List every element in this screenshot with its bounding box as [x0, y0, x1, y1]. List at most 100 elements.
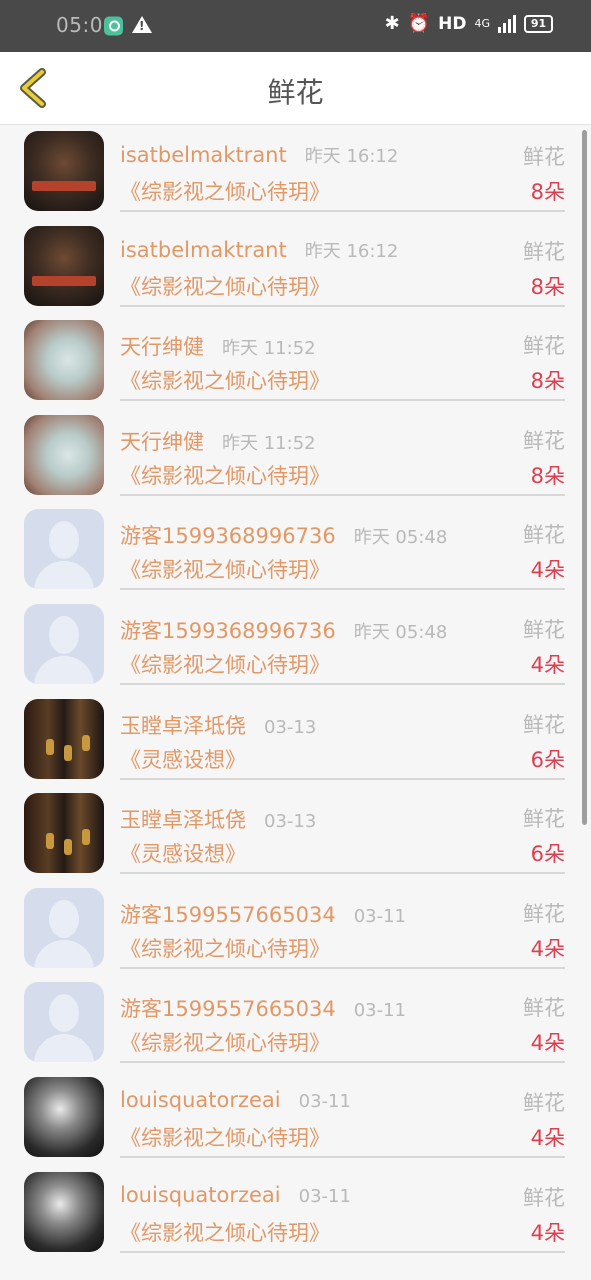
- status-bar: 05:06 ✱ ⏰ HD 4G 91: [0, 0, 591, 52]
- book-title[interactable]: 《综影视之倾心待玥》: [120, 933, 330, 963]
- username[interactable]: louisquatorzeai 03-11: [120, 1088, 351, 1112]
- flower-count: 4朵: [530, 1126, 565, 1150]
- scrollbar[interactable]: [582, 130, 587, 825]
- divider: [120, 493, 565, 496]
- timestamp: 03-13: [264, 716, 317, 738]
- avatar[interactable]: [24, 225, 104, 306]
- flower-count: 4朵: [530, 1220, 565, 1245]
- gift-type-label: 鲜花: [523, 428, 565, 453]
- avatar[interactable]: [24, 1171, 104, 1252]
- username-text: louisquatorzeai: [120, 1182, 281, 1207]
- username-text: 游客1599368996736: [120, 619, 336, 643]
- timestamp: 03-11: [298, 1091, 351, 1112]
- bluetooth-icon: ✱: [384, 13, 400, 34]
- timestamp: 昨天 05:48: [353, 622, 448, 643]
- timestamp: 03-11: [353, 1000, 407, 1022]
- username-text: 玉瞠卓泽坻侥: [120, 808, 246, 833]
- list-item[interactable]: 游客1599557665034 03-11 鲜花《综影视之倾心待玥》 4朵: [0, 976, 591, 1071]
- username-text: 天行绅健: [120, 335, 204, 360]
- username[interactable]: louisquatorzeai 03-11: [120, 1183, 351, 1207]
- username[interactable]: 游客1599368996736 昨天 05:48: [120, 520, 447, 550]
- username[interactable]: 游客1599557665034 03-11: [120, 899, 406, 929]
- gift-type-label: 鲜花: [523, 712, 565, 737]
- flower-count: 6朵: [530, 842, 565, 867]
- divider: [120, 588, 565, 591]
- list-item[interactable]: 天行绅健 昨天 11:52 鲜花 《综影视之倾心待玥》 8朵: [0, 314, 591, 409]
- warning-icon: [132, 16, 152, 33]
- avatar[interactable]: [24, 509, 104, 590]
- status-right-group: ✱ ⏰ HD 4G 91: [385, 13, 553, 34]
- hd-label: HD: [438, 13, 467, 34]
- flower-count: 4朵: [530, 558, 565, 583]
- flower-count: 8朵: [530, 369, 565, 394]
- divider: [120, 399, 565, 402]
- avatar[interactable]: [24, 131, 104, 211]
- username[interactable]: 玉瞠卓泽坻侥 03-13: [120, 804, 316, 834]
- book-title[interactable]: 《综影视之倾心待玥》: [120, 460, 330, 490]
- username-text: louisquatorzeai: [120, 1088, 281, 1112]
- book-title[interactable]: 《灵感设想》: [120, 744, 246, 774]
- network-label: 4G: [474, 17, 490, 30]
- list-item[interactable]: 游客1599368996736 昨天 05:48 鲜花 《综影视之倾心待玥》 4朵: [0, 598, 591, 693]
- book-title[interactable]: 《综影视之倾心待玥》: [120, 365, 330, 395]
- timestamp: 03-11: [353, 905, 407, 927]
- avatar[interactable]: [24, 793, 104, 874]
- username-text: 游客1599557665034: [120, 997, 336, 1022]
- username[interactable]: 游客1599368996736 昨天 05:48: [120, 615, 447, 645]
- username[interactable]: isatbelmaktrant 昨天 16:12: [120, 142, 398, 168]
- book-title[interactable]: 《综影视之倾心待玥》: [120, 1217, 330, 1247]
- username-text: 游客1599368996736: [120, 524, 336, 549]
- alarm-icon: ⏰: [407, 13, 431, 34]
- timestamp: 昨天 11:52: [222, 338, 316, 360]
- username-text: 玉瞠卓泽坻侥: [120, 713, 246, 738]
- avatar[interactable]: [24, 604, 104, 684]
- username[interactable]: 天行绅健 昨天 11:52: [120, 331, 316, 361]
- username[interactable]: 天行绅健 昨天 11:52: [120, 426, 316, 456]
- username[interactable]: isatbelmaktrant 昨天 16:12: [120, 237, 398, 263]
- username[interactable]: 游客1599557665034 03-11: [120, 993, 406, 1023]
- divider: [120, 210, 565, 212]
- divider: [120, 1250, 565, 1253]
- timestamp: 昨天 11:52: [222, 432, 316, 454]
- list-item[interactable]: 玉瞠卓泽坻侥 03-13 鲜花《灵感设想》 6朵: [0, 693, 591, 788]
- gift-type-label: 鲜花: [523, 523, 565, 548]
- gift-type-label: 鲜花: [523, 145, 565, 169]
- list-item[interactable]: isatbelmaktrant 昨天 16:12 鲜花 《综影视之倾心待玥》 8朵: [0, 125, 591, 220]
- nav-bar: 鲜花: [0, 52, 591, 125]
- list-item[interactable]: 游客1599368996736 昨天 05:48 鲜花《综影视之倾心待玥》 4朵: [0, 503, 591, 598]
- book-title[interactable]: 《综影视之倾心待玥》: [120, 649, 330, 679]
- flower-count: 8朵: [530, 463, 565, 488]
- list-item[interactable]: 游客1599557665034 03-11 鲜花《综影视之倾心待玥》 4朵: [0, 882, 591, 977]
- book-title[interactable]: 《灵感设想》: [120, 838, 246, 868]
- signal-icon: [498, 14, 516, 33]
- list-item[interactable]: isatbelmaktrant 昨天 16:12 鲜花 《综影视之倾心待玥》 8朵: [0, 220, 591, 315]
- avatar[interactable]: [24, 414, 104, 495]
- avatar[interactable]: [24, 887, 104, 968]
- avatar[interactable]: [24, 320, 104, 401]
- list-item[interactable]: louisquatorzeai 03-11 鲜花 《综影视之倾心待玥》 4朵: [0, 1166, 591, 1261]
- timestamp: 昨天 05:48: [353, 527, 448, 549]
- avatar[interactable]: [24, 1077, 104, 1157]
- username[interactable]: 玉瞠卓泽坻侥 03-13: [120, 710, 316, 740]
- username-text: 天行绅健: [120, 429, 204, 454]
- page-title: 鲜花: [267, 76, 324, 109]
- list-item[interactable]: louisquatorzeai 03-11 鲜花 《综影视之倾心待玥》 4朵: [0, 1071, 591, 1166]
- book-title[interactable]: 《综影视之倾心待玥》: [120, 176, 330, 206]
- timestamp: 03-13: [264, 811, 317, 833]
- book-title[interactable]: 《综影视之倾心待玥》: [120, 271, 330, 301]
- flower-count: 6朵: [530, 747, 565, 772]
- flower-count: 4朵: [530, 653, 565, 677]
- avatar[interactable]: [24, 698, 104, 779]
- gift-type-label: 鲜花: [523, 901, 565, 926]
- book-title[interactable]: 《综影视之倾心待玥》: [120, 1122, 330, 1152]
- book-title[interactable]: 《综影视之倾心待玥》: [120, 1027, 330, 1057]
- book-title[interactable]: 《综影视之倾心待玥》: [120, 554, 330, 584]
- username-text: isatbelmaktrant: [120, 237, 287, 262]
- avatar[interactable]: [24, 982, 104, 1063]
- list-item[interactable]: 玉瞠卓泽坻侥 03-13 鲜花 《灵感设想》 6朵: [0, 787, 591, 882]
- flower-count: 4朵: [530, 936, 565, 961]
- flower-count: 4朵: [530, 1031, 565, 1056]
- list-item[interactable]: 天行绅健 昨天 11:52 鲜花《综影视之倾心待玥》 8朵: [0, 409, 591, 504]
- battery-icon: 91: [524, 14, 553, 33]
- gift-type-label: 鲜花: [523, 996, 565, 1021]
